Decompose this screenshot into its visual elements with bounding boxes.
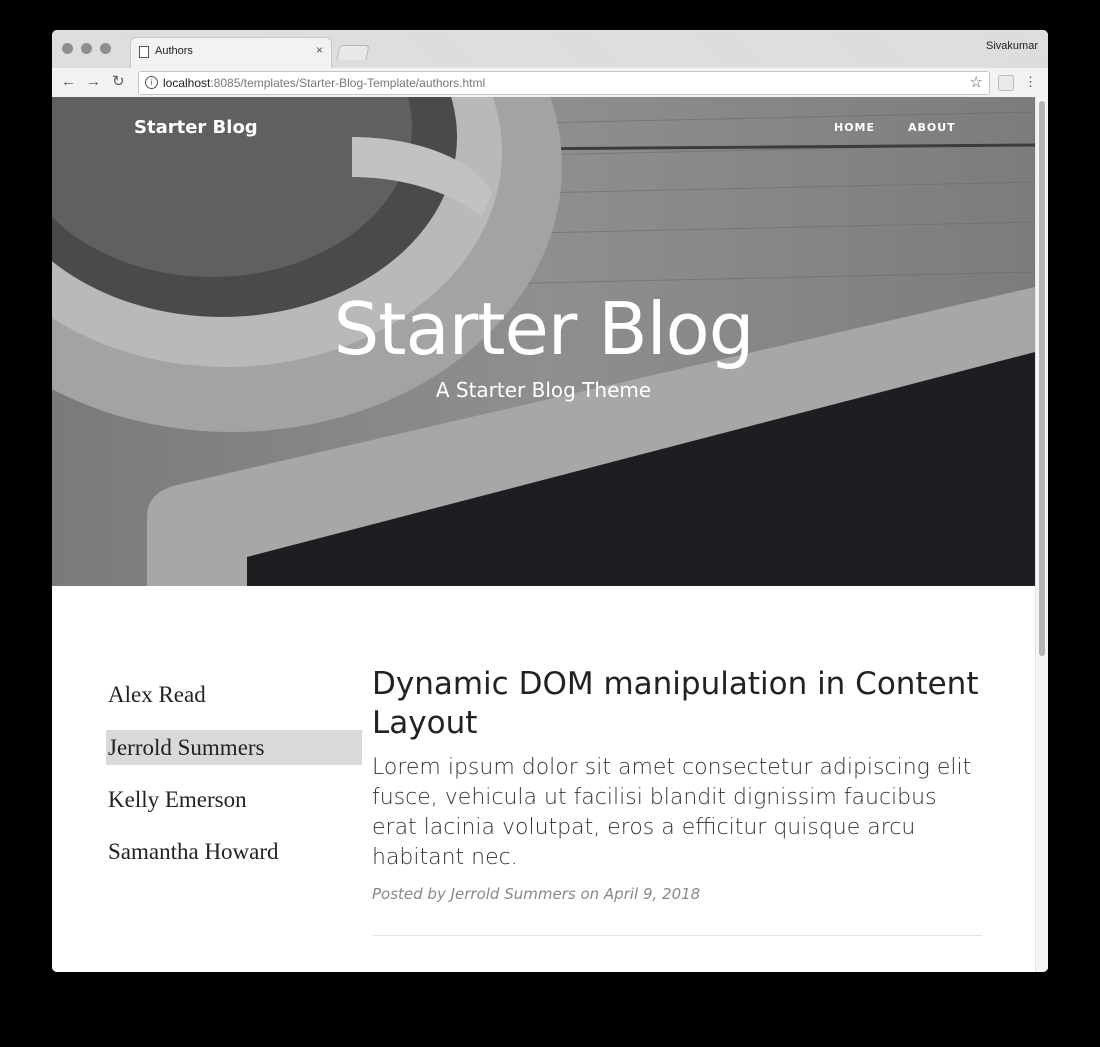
hero-header: Starter Blog HOME ABOUT Starter Blog A S… (52, 97, 1035, 586)
new-tab-button[interactable] (336, 45, 370, 60)
post-meta: Posted by Jerrold Summers on April 9, 20… (372, 885, 701, 903)
hero-subtitle: A Starter Blog Theme (435, 378, 652, 402)
url-text: localhost:8085/templates/Starter-Blog-Te… (163, 76, 485, 90)
page-viewport: Starter Blog HOME ABOUT Starter Blog A S… (52, 97, 1048, 972)
address-bar[interactable]: i localhost:8085/templates/Starter-Blog-… (138, 71, 990, 95)
forward-icon[interactable]: → (86, 72, 101, 92)
tab-title: Authors (155, 45, 193, 57)
post-title[interactable]: Dynamic DOM manipulation in Content Layo… (372, 665, 982, 743)
tab-bar: Authors × Sivakumar (52, 30, 1048, 69)
zoom-window-button[interactable] (100, 43, 111, 54)
author-item-active[interactable]: Jerrold Summers (106, 730, 362, 765)
hero-title: Starter Blog (333, 287, 755, 371)
extension-icon[interactable] (998, 75, 1014, 91)
author-item[interactable]: Alex Read (106, 677, 362, 712)
back-icon[interactable]: ← (61, 72, 76, 92)
reload-icon[interactable]: ↻ (112, 72, 125, 92)
scrollbar-thumb[interactable] (1039, 101, 1045, 656)
vertical-scrollbar[interactable] (1035, 97, 1048, 972)
document-icon (139, 46, 149, 58)
browser-toolbar: ← → ↻ i localhost:8085/templates/Starter… (52, 68, 1048, 98)
info-icon[interactable]: i (145, 76, 158, 89)
close-tab-icon[interactable]: × (316, 43, 323, 57)
nav-about[interactable]: ABOUT (908, 121, 956, 134)
menu-icon[interactable]: ⋮ (1024, 73, 1037, 91)
author-item[interactable]: Kelly Emerson (106, 782, 362, 817)
url-host: localhost (163, 76, 211, 90)
site-brand[interactable]: Starter Blog (134, 117, 258, 138)
author-item[interactable]: Samantha Howard (106, 834, 362, 869)
post-excerpt[interactable]: Lorem ipsum dolor sit amet consectetur a… (372, 753, 982, 873)
url-path: :8085/templates/Starter-Blog-Template/au… (210, 76, 486, 90)
nav-home[interactable]: HOME (834, 121, 875, 134)
browser-window: Authors × Sivakumar ← → ↻ i localhost:80… (52, 30, 1048, 972)
bookmark-star-icon[interactable]: ☆ (970, 73, 983, 91)
close-window-button[interactable] (62, 43, 73, 54)
post-divider (372, 935, 982, 936)
minimize-window-button[interactable] (81, 43, 92, 54)
tab-authors[interactable]: Authors × (130, 37, 332, 69)
profile-name[interactable]: Sivakumar (986, 40, 1038, 52)
